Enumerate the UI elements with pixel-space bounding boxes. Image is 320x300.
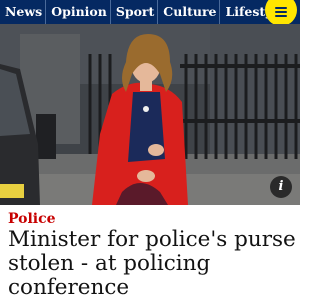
section-kicker[interactable]: Police: [8, 211, 56, 227]
nav-item-sport[interactable]: Sport: [111, 0, 159, 24]
hamburger-menu-icon: [275, 7, 287, 17]
photo-illustration: [0, 24, 300, 205]
nav-item-opinion[interactable]: Opinion: [46, 0, 111, 24]
image-info-icon[interactable]: i: [270, 176, 292, 198]
nav-item-culture[interactable]: Culture: [158, 0, 221, 24]
nav-pillars: News Opinion Sport Culture Lifestyle: [0, 0, 290, 24]
article-photo[interactable]: i: [0, 24, 300, 205]
top-navigation-bar: News Opinion Sport Culture Lifestyle: [0, 0, 300, 24]
nav-item-news[interactable]: News: [0, 0, 47, 24]
article-headline[interactable]: Minister for police's purse stolen - at …: [8, 228, 296, 300]
menu-button[interactable]: [265, 0, 297, 24]
